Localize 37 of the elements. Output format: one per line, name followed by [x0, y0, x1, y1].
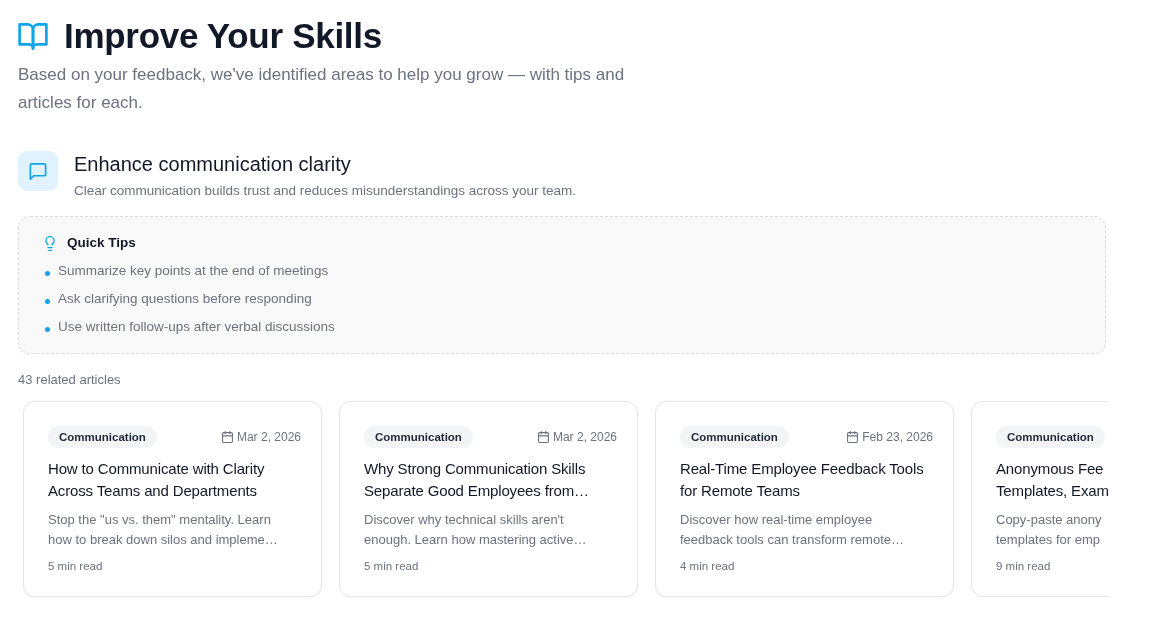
- article-summary: Discover why technical skills aren't enough. Learn how mastering active…: [364, 511, 588, 549]
- category-tag: Communication: [680, 426, 789, 448]
- article-title: Why Strong Communication Skills Separate Good Employees from…: [364, 459, 590, 501]
- category-tag: Communication: [364, 426, 473, 448]
- bullet-icon: [45, 327, 50, 332]
- articles-count: 43 related articles: [18, 371, 122, 389]
- article-summary: Discover how real-time employee feedback tools can transform remote…: [680, 511, 905, 549]
- tip-text: Use written follow-ups after verbal discussions: [58, 318, 335, 336]
- chat-bubble-icon: [18, 151, 58, 191]
- tips-heading: Quick Tips: [67, 234, 136, 252]
- article-date: Mar 2, 2026: [552, 430, 617, 444]
- calendar-icon: [847, 431, 859, 443]
- read-time: 5 min read: [48, 559, 104, 573]
- section-title: Enhance communication clarity: [74, 152, 352, 177]
- article-date: Mar 2, 2026: [236, 430, 301, 444]
- page-subtitle: Based on your feedback, we've identified areas to help you grow — with tips and articles for each.: [18, 64, 626, 114]
- read-time: 4 min read: [680, 559, 736, 573]
- article-summary: Copy-paste anony templates for emp: [996, 511, 1103, 549]
- tip-text: Summarize key points at the end of meetings: [58, 262, 329, 280]
- article-title: Real-Time Employee Feedback Tools for Remote Teams: [680, 459, 925, 501]
- article-title: How to Communicate with Clarity Across Teams and Departments: [48, 459, 266, 501]
- read-time: 5 min read: [364, 559, 420, 573]
- read-time: 9 min read: [996, 559, 1052, 573]
- category-tag: Communication: [48, 426, 157, 448]
- bullet-icon: [45, 299, 50, 304]
- category-tag: Communication: [996, 426, 1105, 448]
- article-summary: Stop the "us vs. them" mentality. Learn how to break down silos and impleme…: [48, 511, 279, 549]
- section-description: Clear communication builds trust and reduces misunderstandings across your team.: [74, 182, 576, 200]
- lightbulb-icon: [45, 235, 55, 251]
- open-book-icon: [18, 22, 48, 50]
- bullet-icon: [45, 271, 50, 276]
- article-date: Feb 23, 2026: [862, 430, 933, 444]
- article-title: Anonymous Fee Templates, Exam: [996, 459, 1109, 501]
- calendar-icon: [537, 431, 549, 443]
- page-title: Improve Your Skills: [64, 16, 382, 56]
- tip-text: Ask clarifying questions before responding: [58, 290, 312, 308]
- calendar-icon: [221, 431, 233, 443]
